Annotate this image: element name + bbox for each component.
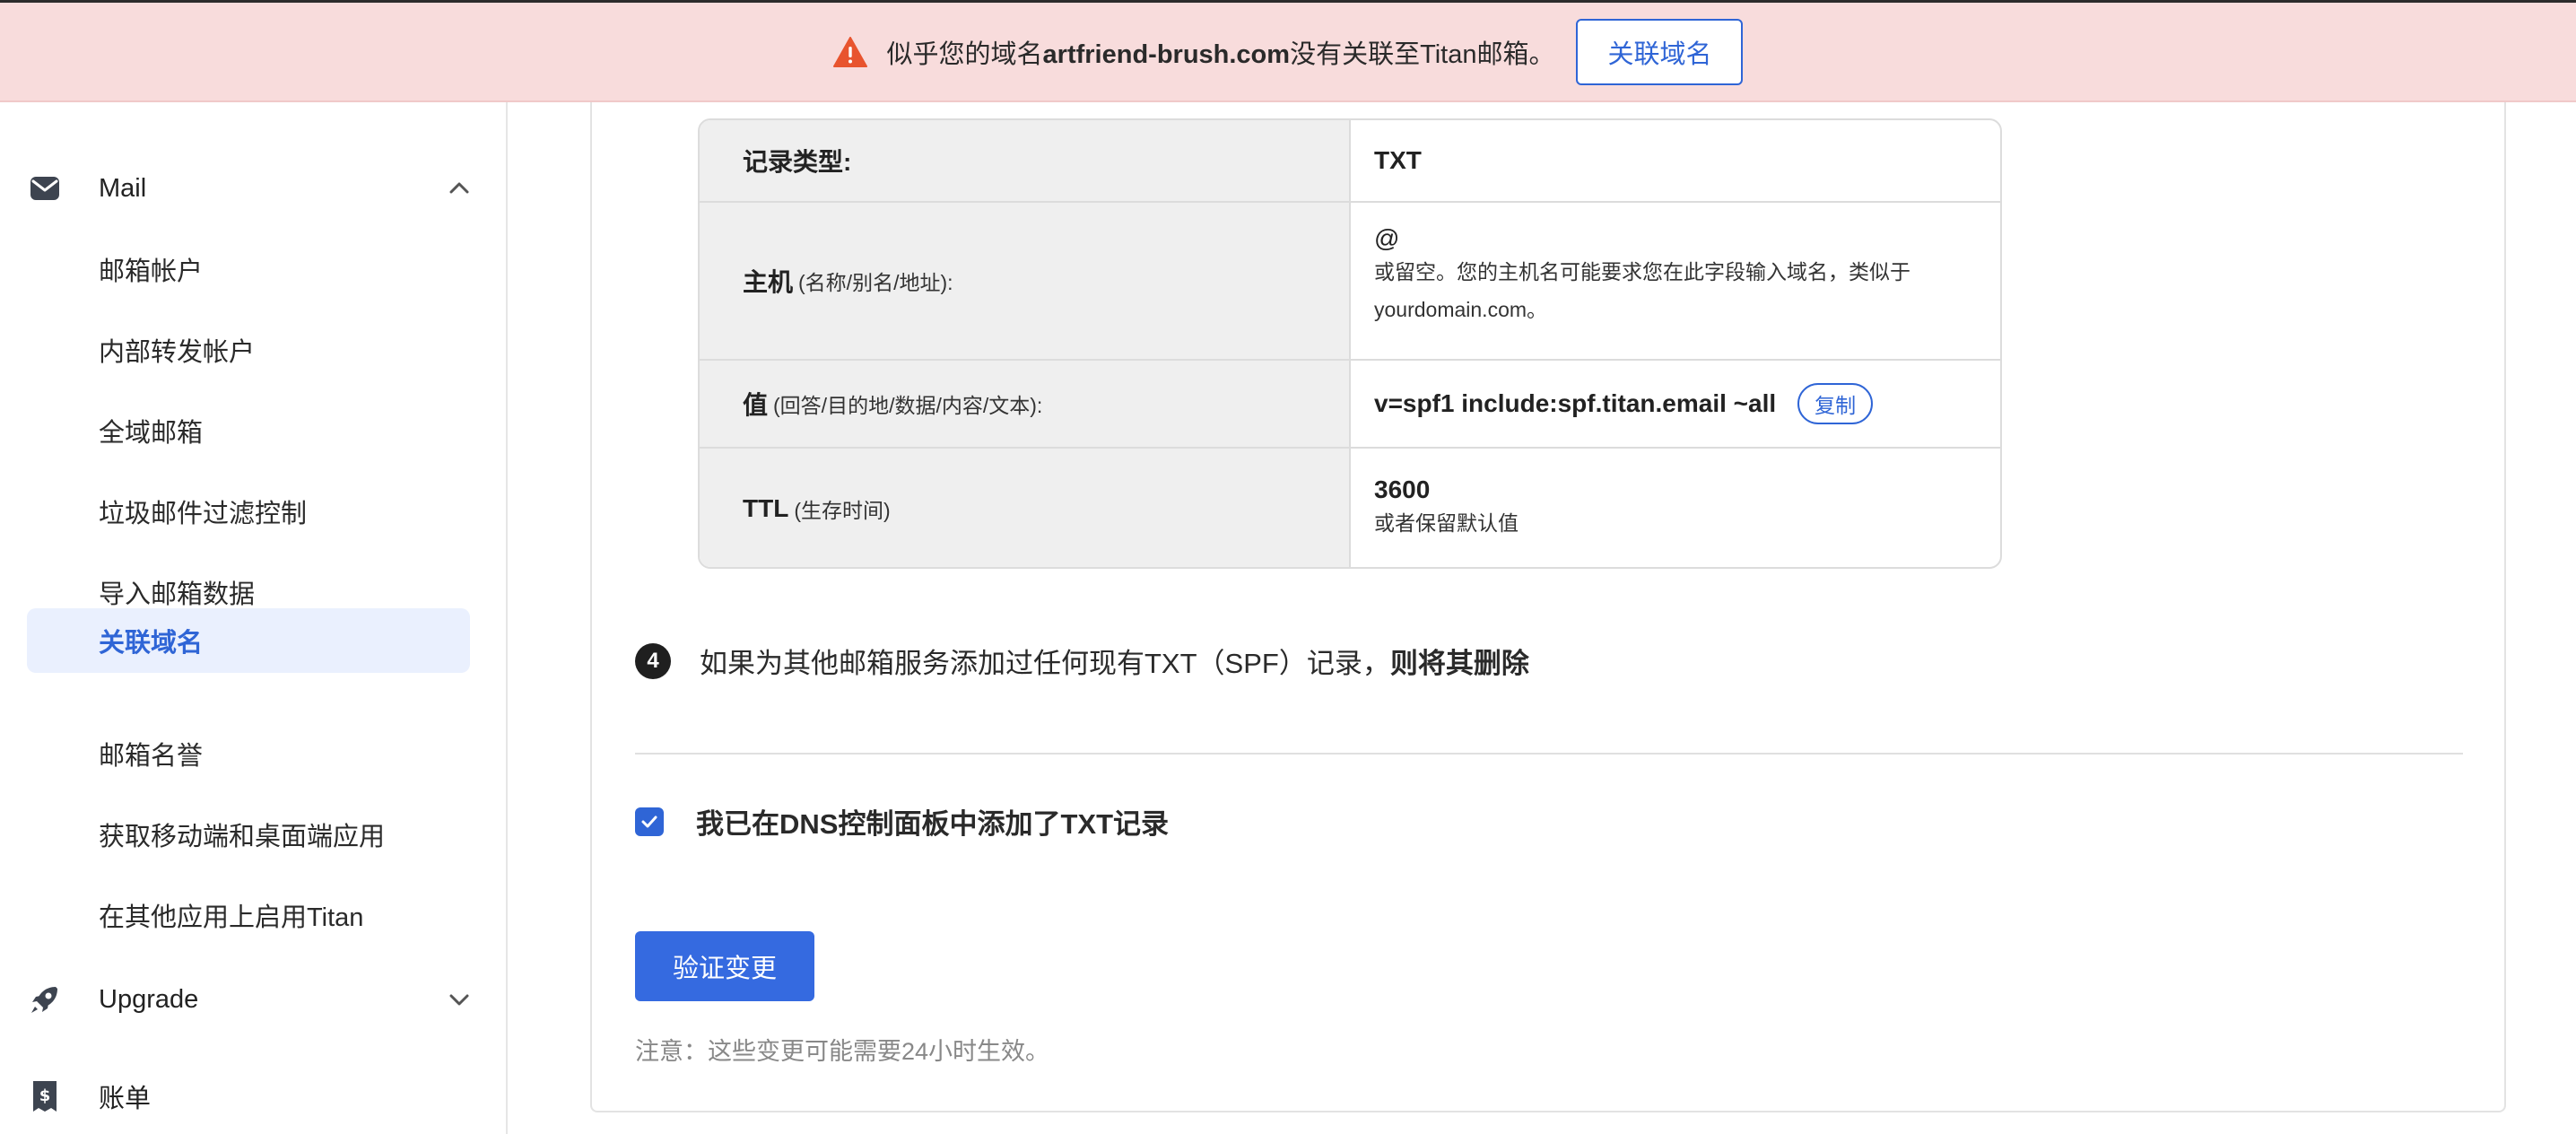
mail-icon <box>27 170 63 206</box>
warning-triangle-icon <box>832 36 867 67</box>
verify-changes-button[interactable]: 验证变更 <box>635 931 814 1001</box>
sidebar-item-internal-forwarding[interactable]: 内部转发帐户 <box>27 318 470 382</box>
chevron-up-icon[interactable] <box>447 176 472 201</box>
dns-key-value-hint: (回答/目的地/数据/内容/文本): <box>773 394 1043 417</box>
step-4-text: 如果为其他邮箱服务添加过任何现有TXT（SPF）记录，则将其删除 <box>700 648 1529 679</box>
sidebar-item-link-domain[interactable]: 关联域名 <box>27 608 470 673</box>
sidebar-item-mailbox-accounts[interactable]: 邮箱帐户 <box>27 237 470 301</box>
dns-row-host: 主机 (名称/别名/地址): @ 或留空。您的主机名可能要求您在此字段输入域名，类… <box>700 203 2000 361</box>
sidebar: Mail 邮箱帐户 内部转发帐户 全域邮箱 垃圾邮件过滤控制 导入邮箱数据 关联… <box>0 102 508 1134</box>
dns-value-ttl: 3600 <box>1374 475 1431 503</box>
sidebar-section-billing[interactable]: $ 账单 <box>27 1071 484 1121</box>
dns-ttl-note: 或者保留默认值 <box>1374 511 1519 535</box>
sidebar-section-mail[interactable]: Mail <box>27 163 484 214</box>
dns-row-ttl: TTL (生存时间) 3600 或者保留默认值 <box>700 449 2000 567</box>
banner-domain: artfriend-brush.com <box>1042 39 1291 69</box>
dns-value-spf[interactable]: v=spf1 include:spf.titan.email ~all <box>1374 389 1776 418</box>
sidebar-section-billing-label: 账单 <box>99 1085 152 1113</box>
dns-row-value: 值 (回答/目的地/数据/内容/文本): v=spf1 include:spf.t… <box>700 361 2000 449</box>
svg-text:$: $ <box>39 1086 51 1105</box>
dns-value-record-type: TXT <box>1374 146 1422 174</box>
chevron-down-icon[interactable] <box>447 987 472 1012</box>
link-domain-button[interactable]: 关联域名 <box>1576 18 1744 85</box>
banner-message: 似乎您的域名artfriend-brush.com没有关联至Titan邮箱。 <box>886 39 1555 69</box>
dns-host-note: 或留空。您的主机名可能要求您在此字段输入域名，类似于yourdomain.com… <box>1374 260 1910 321</box>
sidebar-section-upgrade-label: Upgrade <box>99 984 199 1014</box>
propagation-note: 注意：这些变更可能需要24小时生效。 <box>635 1038 1050 1065</box>
sidebar-item-mail-reputation[interactable]: 邮箱名誉 <box>27 721 470 786</box>
step-number-badge: 4 <box>635 642 671 679</box>
checkmark-icon <box>641 816 657 828</box>
sidebar-section-mail-label: Mail <box>99 173 147 203</box>
dns-row-record-type: 记录类型: TXT <box>700 120 2000 203</box>
dns-key-host-hint: (名称/别名/地址): <box>798 271 953 294</box>
dns-record-table: 记录类型: TXT 主机 (名称/别名/地址): @ 或留空。您的主机名可能要求您… <box>698 118 2002 569</box>
dns-added-checkbox[interactable] <box>635 807 664 836</box>
sidebar-item-catch-all[interactable]: 全域邮箱 <box>27 398 470 463</box>
billing-receipt-icon: $ <box>27 1078 63 1114</box>
dns-key-ttl: TTL <box>743 494 789 522</box>
copy-button[interactable]: 复制 <box>1797 383 1874 424</box>
sidebar-item-get-apps[interactable]: 获取移动端和桌面端应用 <box>27 802 470 867</box>
dns-key-host: 主机 <box>743 268 794 296</box>
sidebar-section-upgrade[interactable]: Upgrade <box>27 974 484 1025</box>
rocket-icon <box>27 981 63 1017</box>
sidebar-item-enable-titan-other-apps[interactable]: 在其他应用上启用Titan <box>27 883 470 947</box>
dns-value-host: @ <box>1374 224 1400 252</box>
dns-key-record-type: 记录类型: <box>743 148 852 176</box>
dns-added-confirmation[interactable]: 我已在DNS控制面板中添加了TXT记录 <box>635 806 1180 843</box>
dns-key-ttl-hint: (生存时间) <box>794 499 891 522</box>
step-4-instruction: 4 如果为其他邮箱服务添加过任何现有TXT（SPF）记录，则将其删除 <box>635 641 1529 681</box>
domain-warning-banner: 似乎您的域名artfriend-brush.com没有关联至Titan邮箱。 关… <box>0 0 2576 102</box>
dns-key-value: 值 <box>743 391 769 419</box>
divider <box>635 753 2463 755</box>
sidebar-item-spam-filter[interactable]: 垃圾邮件过滤控制 <box>27 479 470 544</box>
dns-added-label[interactable]: 我已在DNS控制面板中添加了TXT记录 <box>696 806 1180 843</box>
